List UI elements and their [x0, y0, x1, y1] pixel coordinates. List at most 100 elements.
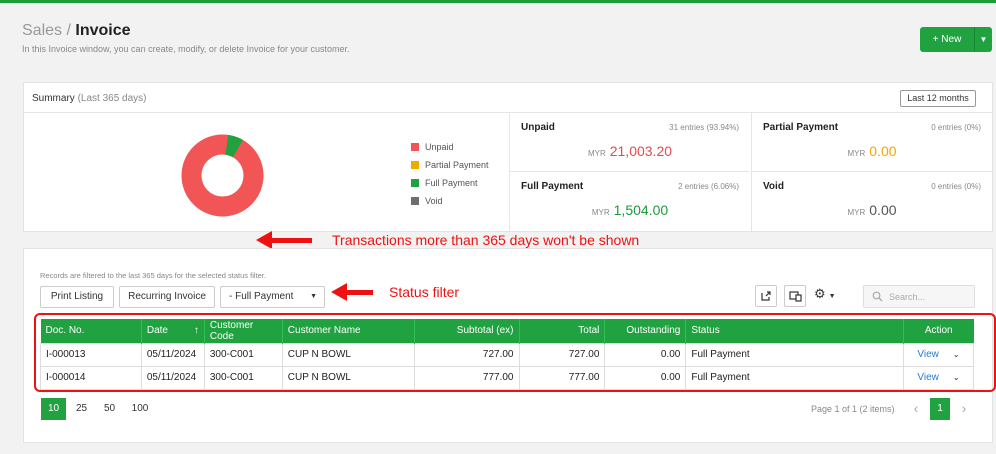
export-button[interactable]: [755, 285, 777, 307]
search-icon: [872, 291, 883, 302]
summary-period: (Last 365 days): [77, 93, 147, 104]
summary-legend: Unpaid Partial Payment Full Payment Void: [411, 138, 489, 210]
column-customer-code[interactable]: Customer Code: [204, 319, 283, 343]
stat-entries: 0 entries (0%): [931, 182, 981, 191]
column-subtotal[interactable]: Subtotal (ex): [414, 319, 520, 343]
cell-customer-name: CUP N BOWL: [281, 365, 415, 390]
stat-label: Unpaid: [521, 122, 555, 133]
stat-value: MYR 0.00: [752, 202, 992, 218]
view-link[interactable]: View: [917, 349, 939, 360]
cell-total: 727.00: [518, 342, 606, 367]
page-size-option[interactable]: 25: [69, 398, 94, 420]
cell-doc-no: I-000013: [40, 342, 142, 367]
stat-value: MYR 0.00: [752, 143, 992, 159]
export-icon: [761, 291, 771, 301]
legend-label: Void: [425, 196, 443, 206]
column-total[interactable]: Total: [519, 319, 606, 343]
column-date[interactable]: Date ↑: [141, 319, 205, 343]
page-size-option[interactable]: 10: [41, 398, 66, 420]
stat-void: Void 0 entries (0%) MYR 0.00: [751, 172, 992, 231]
stat-partial: Partial Payment 0 entries (0%) MYR 0.00: [751, 113, 992, 172]
stat-amount: 0.00: [869, 143, 897, 159]
page-subtitle: In this Invoice window, you can create, …: [22, 44, 350, 54]
status-filter-value: - Full Payment: [229, 291, 294, 302]
legend-label: Unpaid: [425, 142, 454, 152]
table-row[interactable]: I-000013 05/11/2024 300-C001 CUP N BOWL …: [40, 342, 975, 367]
filter-note: Records are filtered to the last 365 day…: [40, 271, 266, 280]
chevron-left-icon: ‹: [913, 400, 919, 416]
search-input[interactable]: Search...: [863, 285, 975, 308]
search-placeholder: Search...: [889, 291, 926, 302]
prev-page-button[interactable]: ‹: [906, 398, 926, 420]
stat-label: Partial Payment: [763, 122, 839, 133]
stat-entries: 31 entries (93.94%): [669, 123, 739, 132]
settings-menu[interactable]: ⚙ ▼: [814, 286, 836, 302]
recurring-invoice-button[interactable]: Recurring Invoice: [119, 286, 215, 308]
legend-label: Full Payment: [425, 178, 478, 188]
stat-amount: 0.00: [869, 202, 897, 218]
invoice-list-panel: Records are filtered to the last 365 day…: [23, 248, 996, 443]
layout-icon: [788, 291, 802, 302]
cell-customer-code: 300-C001: [203, 342, 283, 367]
column-doc-no[interactable]: Doc. No.: [40, 319, 142, 343]
stat-label: Void: [763, 181, 784, 192]
stat-amount: 1,504.00: [613, 202, 669, 218]
annotation-text: Status filter: [389, 284, 460, 300]
arrow-left-icon: [256, 231, 272, 249]
summary-donut-chart: [181, 134, 264, 217]
cell-outstanding: 0.00: [604, 342, 687, 367]
summary-heading: Summary (Last 365 days): [32, 93, 147, 104]
page-number-button[interactable]: 1: [930, 398, 950, 420]
column-status[interactable]: Status: [685, 319, 904, 343]
stat-currency: MYR: [847, 149, 866, 158]
page-info: Page 1 of 1 (2 items): [811, 404, 895, 414]
summary-title: Summary: [32, 93, 75, 104]
view-link[interactable]: View: [917, 372, 939, 383]
stat-entries: 2 entries (6.06%): [678, 182, 739, 191]
new-button[interactable]: + New ▼: [920, 27, 992, 52]
cell-doc-no: I-000014: [40, 365, 142, 390]
cell-status: Full Payment: [685, 365, 904, 390]
cell-customer-code: 300-C001: [203, 365, 283, 390]
stat-value: MYR 1,504.00: [510, 202, 750, 218]
stat-label: Full Payment: [521, 181, 584, 192]
column-action: Action: [903, 319, 974, 343]
column-outstanding[interactable]: Outstanding: [604, 319, 687, 343]
page-size-option[interactable]: 100: [125, 398, 155, 420]
gear-icon: ⚙: [814, 286, 826, 301]
caret-down-icon: ▼: [828, 293, 836, 300]
caret-down-icon: ▼: [310, 293, 317, 300]
chevron-down-icon[interactable]: ⌄: [953, 350, 960, 359]
column-customer-name[interactable]: Customer Name: [282, 319, 415, 343]
chevron-right-icon: ›: [961, 400, 967, 416]
chevron-down-icon[interactable]: ▼: [975, 35, 992, 44]
stat-amount: 21,003.20: [609, 143, 673, 159]
stat-value: MYR 21,003.20: [510, 143, 750, 159]
cell-subtotal: 727.00: [413, 342, 520, 367]
arrow-shaft: [272, 237, 312, 243]
page-header: Sales / Invoice In this Invoice window, …: [22, 22, 350, 54]
page-title: Sales / Invoice: [22, 22, 350, 40]
legend-item: Full Payment: [411, 174, 489, 192]
next-page-button[interactable]: ›: [954, 398, 974, 420]
cell-customer-name: CUP N BOWL: [281, 342, 415, 367]
stat-full: Full Payment 2 entries (6.06%) MYR 1,504.…: [509, 172, 750, 231]
arrow-shaft: [347, 289, 373, 295]
new-button-label[interactable]: + New: [920, 27, 975, 52]
columns-button[interactable]: [784, 285, 806, 307]
range-button[interactable]: Last 12 months: [900, 90, 976, 107]
breadcrumb-parent[interactable]: Sales /: [22, 22, 71, 39]
stat-currency: MYR: [591, 208, 610, 217]
annotation-text: Transactions more than 365 days won't be…: [332, 232, 640, 248]
chevron-down-icon[interactable]: ⌄: [953, 373, 960, 382]
stat-entries: 0 entries (0%): [931, 123, 981, 132]
print-listing-button[interactable]: Print Listing: [40, 286, 114, 308]
cell-status: Full Payment: [685, 342, 904, 367]
table-row[interactable]: I-000014 05/11/2024 300-C001 CUP N BOWL …: [40, 365, 975, 390]
stat-unpaid: Unpaid 31 entries (93.94%) MYR 21,003.20: [509, 113, 750, 172]
legend-label: Partial Payment: [425, 160, 489, 170]
cell-date: 05/11/2024: [140, 365, 205, 390]
cell-action: View ⌄: [902, 342, 975, 367]
page-size-option[interactable]: 50: [97, 398, 122, 420]
status-filter-select[interactable]: - Full Payment ▼: [220, 286, 325, 308]
